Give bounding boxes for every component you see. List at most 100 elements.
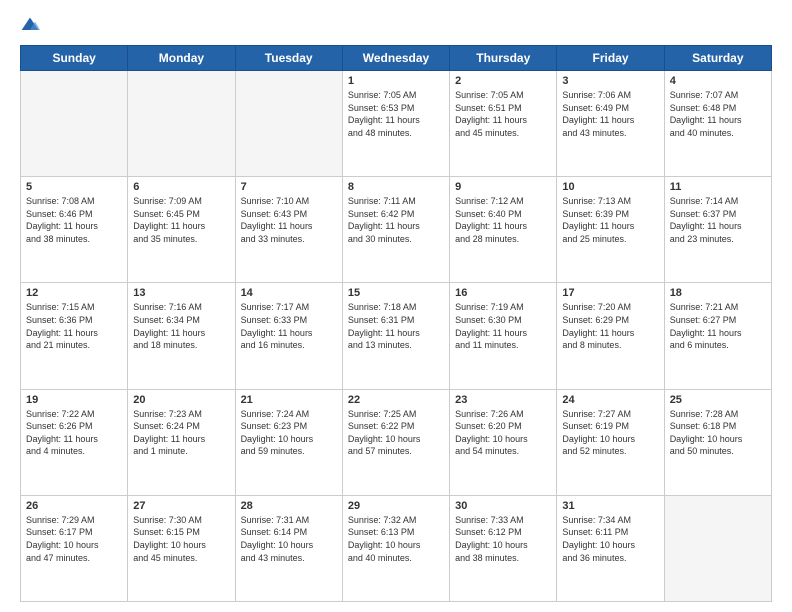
day-number: 15 (348, 287, 444, 299)
calendar-cell: 5 Sunrise: 7:08 AM Sunset: 6:46 PM Daylig… (21, 177, 128, 283)
day-info: Sunrise: 7:19 AM Sunset: 6:30 PM Dayligh… (455, 301, 551, 351)
calendar-cell: 8 Sunrise: 7:11 AM Sunset: 6:42 PM Daylig… (342, 177, 449, 283)
day-number: 5 (26, 181, 122, 193)
day-info: Sunrise: 7:09 AM Sunset: 6:45 PM Dayligh… (133, 195, 229, 245)
header (20, 15, 772, 35)
calendar-cell: 9 Sunrise: 7:12 AM Sunset: 6:40 PM Daylig… (450, 177, 557, 283)
day-number: 22 (348, 394, 444, 406)
day-info: Sunrise: 7:14 AM Sunset: 6:37 PM Dayligh… (670, 195, 766, 245)
calendar-cell: 10 Sunrise: 7:13 AM Sunset: 6:39 PM Dayli… (557, 177, 664, 283)
day-number: 2 (455, 75, 551, 87)
calendar-cell (128, 71, 235, 177)
day-number: 27 (133, 500, 229, 512)
day-info: Sunrise: 7:12 AM Sunset: 6:40 PM Dayligh… (455, 195, 551, 245)
day-info: Sunrise: 7:31 AM Sunset: 6:14 PM Dayligh… (241, 514, 337, 564)
day-info: Sunrise: 7:08 AM Sunset: 6:46 PM Dayligh… (26, 195, 122, 245)
day-info: Sunrise: 7:10 AM Sunset: 6:43 PM Dayligh… (241, 195, 337, 245)
calendar-cell: 15 Sunrise: 7:18 AM Sunset: 6:31 PM Dayli… (342, 283, 449, 389)
day-info: Sunrise: 7:26 AM Sunset: 6:20 PM Dayligh… (455, 408, 551, 458)
day-header-friday: Friday (557, 46, 664, 71)
calendar-week-3: 19 Sunrise: 7:22 AM Sunset: 6:26 PM Dayli… (21, 389, 772, 495)
calendar-cell: 28 Sunrise: 7:31 AM Sunset: 6:14 PM Dayli… (235, 495, 342, 601)
day-number: 20 (133, 394, 229, 406)
day-number: 23 (455, 394, 551, 406)
calendar-cell (235, 71, 342, 177)
calendar-cell: 11 Sunrise: 7:14 AM Sunset: 6:37 PM Dayli… (664, 177, 771, 283)
day-number: 13 (133, 287, 229, 299)
day-info: Sunrise: 7:15 AM Sunset: 6:36 PM Dayligh… (26, 301, 122, 351)
day-info: Sunrise: 7:07 AM Sunset: 6:48 PM Dayligh… (670, 89, 766, 139)
calendar-cell: 25 Sunrise: 7:28 AM Sunset: 6:18 PM Dayli… (664, 389, 771, 495)
day-header-monday: Monday (128, 46, 235, 71)
day-number: 17 (562, 287, 658, 299)
day-number: 11 (670, 181, 766, 193)
calendar-week-4: 26 Sunrise: 7:29 AM Sunset: 6:17 PM Dayli… (21, 495, 772, 601)
calendar-cell: 17Sunrise: 7:20 AM Sunset: 6:29 PM Dayli… (557, 283, 664, 389)
day-number: 14 (241, 287, 337, 299)
calendar-cell: 24Sunrise: 7:27 AM Sunset: 6:19 PM Dayli… (557, 389, 664, 495)
calendar-cell: 27Sunrise: 7:30 AM Sunset: 6:15 PM Dayli… (128, 495, 235, 601)
day-info: Sunrise: 7:25 AM Sunset: 6:22 PM Dayligh… (348, 408, 444, 458)
day-header-thursday: Thursday (450, 46, 557, 71)
day-info: Sunrise: 7:24 AM Sunset: 6:23 PM Dayligh… (241, 408, 337, 458)
calendar-cell: 31Sunrise: 7:34 AM Sunset: 6:11 PM Dayli… (557, 495, 664, 601)
calendar-cell: 3 Sunrise: 7:06 AM Sunset: 6:49 PM Daylig… (557, 71, 664, 177)
day-number: 8 (348, 181, 444, 193)
day-number: 4 (670, 75, 766, 87)
calendar-week-0: 1 Sunrise: 7:05 AM Sunset: 6:53 PM Daylig… (21, 71, 772, 177)
day-info: Sunrise: 7:06 AM Sunset: 6:49 PM Dayligh… (562, 89, 658, 139)
day-number: 16 (455, 287, 551, 299)
calendar-cell: 23 Sunrise: 7:26 AM Sunset: 6:20 PM Dayli… (450, 389, 557, 495)
calendar-cell: 26 Sunrise: 7:29 AM Sunset: 6:17 PM Dayli… (21, 495, 128, 601)
day-info: Sunrise: 7:13 AM Sunset: 6:39 PM Dayligh… (562, 195, 658, 245)
calendar-cell: 7 Sunrise: 7:10 AM Sunset: 6:43 PM Daylig… (235, 177, 342, 283)
calendar-cell (21, 71, 128, 177)
day-info: Sunrise: 7:17 AM Sunset: 6:33 PM Dayligh… (241, 301, 337, 351)
day-info: Sunrise: 7:18 AM Sunset: 6:31 PM Dayligh… (348, 301, 444, 351)
day-number: 30 (455, 500, 551, 512)
calendar-cell: 12 Sunrise: 7:15 AM Sunset: 6:36 PM Dayli… (21, 283, 128, 389)
calendar-cell: 4 Sunrise: 7:07 AM Sunset: 6:48 PM Daylig… (664, 71, 771, 177)
calendar-cell: 19 Sunrise: 7:22 AM Sunset: 6:26 PM Dayli… (21, 389, 128, 495)
calendar-cell: 13 Sunrise: 7:16 AM Sunset: 6:34 PM Dayli… (128, 283, 235, 389)
day-number: 28 (241, 500, 337, 512)
day-info: Sunrise: 7:11 AM Sunset: 6:42 PM Dayligh… (348, 195, 444, 245)
day-number: 21 (241, 394, 337, 406)
calendar-cell: 20Sunrise: 7:23 AM Sunset: 6:24 PM Dayli… (128, 389, 235, 495)
day-number: 18 (670, 287, 766, 299)
day-number: 25 (670, 394, 766, 406)
day-info: Sunrise: 7:29 AM Sunset: 6:17 PM Dayligh… (26, 514, 122, 564)
calendar-week-1: 5 Sunrise: 7:08 AM Sunset: 6:46 PM Daylig… (21, 177, 772, 283)
day-number: 29 (348, 500, 444, 512)
day-number: 26 (26, 500, 122, 512)
day-info: Sunrise: 7:33 AM Sunset: 6:12 PM Dayligh… (455, 514, 551, 564)
day-info: Sunrise: 7:16 AM Sunset: 6:34 PM Dayligh… (133, 301, 229, 351)
calendar-cell: 21 Sunrise: 7:24 AM Sunset: 6:23 PM Dayli… (235, 389, 342, 495)
day-info: Sunrise: 7:27 AM Sunset: 6:19 PM Dayligh… (562, 408, 658, 458)
calendar-cell (664, 495, 771, 601)
day-info: Sunrise: 7:22 AM Sunset: 6:26 PM Dayligh… (26, 408, 122, 458)
calendar-cell: 1 Sunrise: 7:05 AM Sunset: 6:53 PM Daylig… (342, 71, 449, 177)
calendar-cell: 18Sunrise: 7:21 AM Sunset: 6:27 PM Dayli… (664, 283, 771, 389)
day-number: 3 (562, 75, 658, 87)
day-number: 1 (348, 75, 444, 87)
day-number: 12 (26, 287, 122, 299)
calendar-week-2: 12 Sunrise: 7:15 AM Sunset: 6:36 PM Dayli… (21, 283, 772, 389)
calendar-cell: 30 Sunrise: 7:33 AM Sunset: 6:12 PM Dayli… (450, 495, 557, 601)
day-header-saturday: Saturday (664, 46, 771, 71)
day-number: 7 (241, 181, 337, 193)
day-header-sunday: Sunday (21, 46, 128, 71)
calendar-cell: 14 Sunrise: 7:17 AM Sunset: 6:33 PM Dayli… (235, 283, 342, 389)
logo (20, 15, 44, 35)
day-number: 9 (455, 181, 551, 193)
page: SundayMondayTuesdayWednesdayThursdayFrid… (0, 0, 792, 612)
calendar-cell: 2 Sunrise: 7:05 AM Sunset: 6:51 PM Daylig… (450, 71, 557, 177)
day-info: Sunrise: 7:05 AM Sunset: 6:51 PM Dayligh… (455, 89, 551, 139)
day-number: 31 (562, 500, 658, 512)
calendar-cell: 29Sunrise: 7:32 AM Sunset: 6:13 PM Dayli… (342, 495, 449, 601)
day-number: 19 (26, 394, 122, 406)
calendar-header-row: SundayMondayTuesdayWednesdayThursdayFrid… (21, 46, 772, 71)
day-number: 10 (562, 181, 658, 193)
day-info: Sunrise: 7:05 AM Sunset: 6:53 PM Dayligh… (348, 89, 444, 139)
day-info: Sunrise: 7:28 AM Sunset: 6:18 PM Dayligh… (670, 408, 766, 458)
